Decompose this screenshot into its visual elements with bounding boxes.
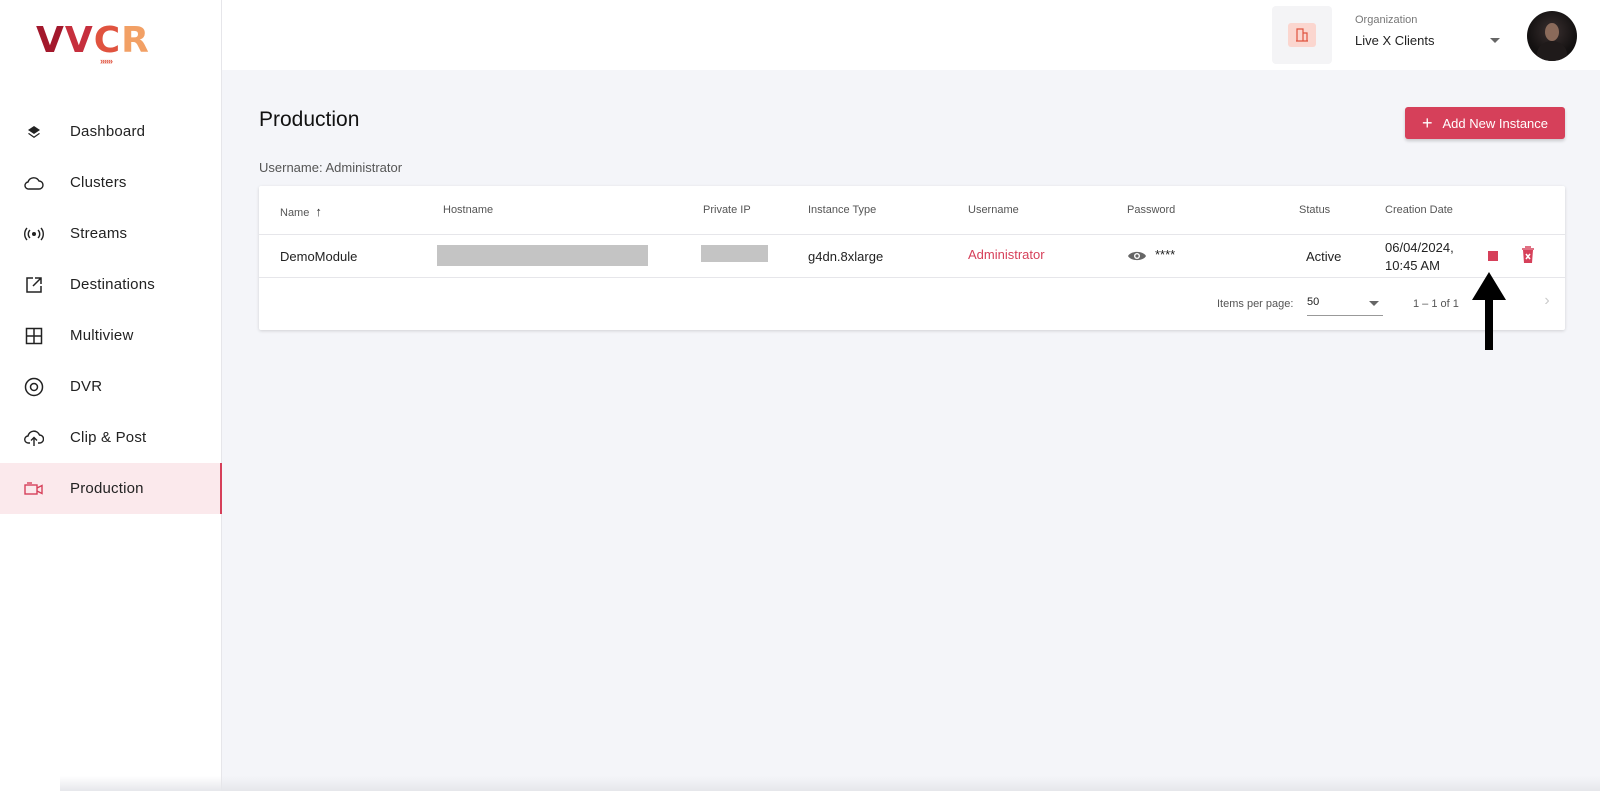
plus-icon: +	[1421, 113, 1433, 133]
grid-icon	[24, 326, 44, 346]
cloud-icon	[24, 173, 44, 193]
username-info: Username: Administrator	[259, 160, 403, 175]
sidebar-item-label: Clip & Post	[70, 429, 147, 446]
organization-label: Organization	[1355, 14, 1418, 26]
disc-icon	[24, 377, 44, 397]
sidebar-item-clusters[interactable]: Clusters	[0, 157, 222, 208]
pagination-range: 1 – 1 of 1	[1413, 298, 1459, 310]
broadcast-icon	[24, 224, 44, 244]
bottom-shadow	[60, 776, 1600, 791]
row-divider	[259, 277, 1565, 278]
avatar-face	[1545, 23, 1559, 41]
sidebar-item-streams[interactable]: Streams	[0, 208, 222, 259]
sidebar-item-label: Destinations	[70, 276, 155, 293]
chevron-down-icon[interactable]	[1490, 38, 1500, 43]
column-header-password: Password	[1127, 204, 1176, 216]
sidebar-item-label: Production	[70, 480, 144, 497]
eye-icon[interactable]	[1127, 249, 1147, 268]
items-per-page-label: Items per page:	[1217, 298, 1294, 310]
items-per-page-value: 50	[1307, 296, 1320, 308]
stop-icon	[1488, 251, 1498, 261]
column-header-instance-type: Instance Type	[808, 204, 877, 216]
column-header-status: Status	[1299, 204, 1331, 216]
add-new-instance-button[interactable]: + Add New Instance	[1405, 107, 1565, 139]
column-header-hostname: Hostname	[443, 204, 494, 216]
organization-icon-button[interactable]	[1272, 6, 1332, 64]
column-header-creation-date: Creation Date	[1385, 204, 1453, 216]
sidebar-item-multiview[interactable]: Multiview	[0, 310, 222, 361]
next-page-button[interactable]: ›	[1535, 289, 1559, 313]
user-avatar[interactable]	[1527, 11, 1577, 61]
avatar-body	[1537, 41, 1567, 61]
add-new-instance-label: Add New Instance	[1442, 115, 1549, 131]
sidebar: VVCR ›››››› Dashboard Clusters Streams D…	[0, 0, 222, 791]
logo-wordmark: VVCR	[36, 20, 150, 61]
sidebar-item-clip-post[interactable]: Clip & Post	[0, 412, 222, 463]
hostname-redacted	[437, 245, 648, 266]
sidebar-item-label: DVR	[70, 378, 103, 395]
sidebar-item-destinations[interactable]: Destinations	[0, 259, 222, 310]
cell-creation-date-date: 06/04/2024,	[1385, 240, 1454, 255]
cell-instance-type: g4dn.8xlarge	[808, 249, 884, 264]
chevron-right-icon: ›	[1544, 292, 1550, 309]
sidebar-item-label: Clusters	[70, 174, 127, 191]
column-header-private-ip: Private IP	[703, 204, 751, 216]
cell-name: DemoModule	[280, 249, 358, 264]
camera-icon	[24, 479, 44, 499]
items-per-page-select[interactable]: 50	[1307, 292, 1383, 316]
delete-instance-button[interactable]	[1518, 245, 1538, 265]
page-title: Production	[259, 108, 360, 131]
cell-username-link[interactable]: Administrator	[968, 247, 1045, 262]
column-header-name[interactable]: Name ↑	[280, 204, 322, 219]
logo-arrows-icon: ››››››	[100, 56, 113, 66]
chevron-down-icon	[1369, 301, 1379, 306]
instances-table: Name ↑ Hostname Private IP Instance Type …	[259, 186, 1565, 330]
building-icon	[1288, 23, 1316, 47]
annotation-arrow-up-icon	[1472, 272, 1506, 350]
sidebar-item-label: Multiview	[70, 327, 134, 344]
cell-status: Active	[1306, 249, 1342, 264]
sidebar-item-dvr[interactable]: DVR	[0, 361, 222, 412]
sidebar-item-label: Dashboard	[70, 123, 146, 140]
column-header-label: Name	[280, 207, 310, 219]
cloud-upload-icon	[24, 428, 44, 448]
organization-select[interactable]: Live X Clients	[1355, 33, 1434, 48]
sort-arrow-up-icon: ↑	[315, 204, 322, 219]
cell-password: ****	[1155, 247, 1176, 262]
sidebar-item-production[interactable]: Production	[0, 463, 222, 514]
vvcr-logo[interactable]: VVCR ››››››	[36, 20, 150, 70]
layers-icon	[24, 122, 44, 142]
header-divider	[259, 234, 1565, 235]
private-ip-redacted	[701, 245, 768, 262]
sidebar-item-label: Streams	[70, 225, 128, 242]
stop-instance-button[interactable]	[1485, 248, 1501, 264]
cell-creation-date-time: 10:45 AM	[1385, 258, 1440, 273]
sidebar-nav: Dashboard Clusters Streams Destinations …	[0, 106, 222, 514]
column-header-username: Username	[968, 204, 1019, 216]
external-link-icon	[24, 275, 44, 295]
trash-icon	[1522, 246, 1534, 263]
sidebar-item-dashboard[interactable]: Dashboard	[0, 106, 222, 157]
top-header: Organization Live X Clients	[222, 0, 1600, 70]
